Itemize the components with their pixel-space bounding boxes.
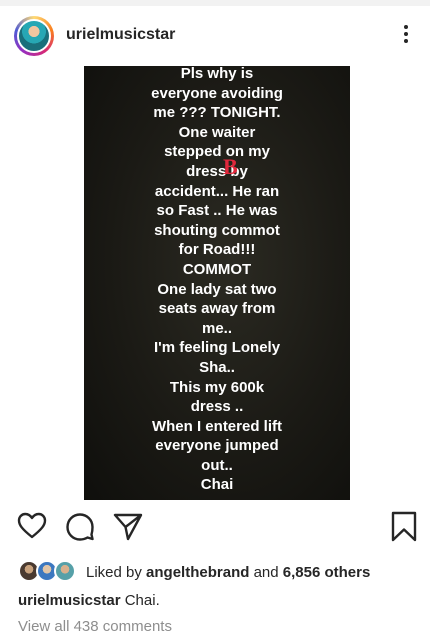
post-username[interactable]: urielmusicstar — [66, 26, 175, 44]
story-line: Chai — [200, 476, 234, 494]
likes-row: Liked by angelthebrand and 6,856 others — [0, 556, 430, 588]
bookmark-icon[interactable] — [388, 510, 420, 542]
story-line: for Road!!! — [178, 241, 256, 259]
story-line: out.. — [201, 456, 233, 474]
caption-text: Chai. — [120, 592, 160, 609]
story-line: dress by — [186, 162, 248, 180]
caption-username[interactable]: urielmusicstar — [18, 592, 121, 609]
avatar[interactable] — [14, 16, 54, 56]
story-line: When I entered lift — [151, 417, 282, 435]
story-line: stepped on my — [164, 143, 270, 161]
action-bar — [0, 510, 430, 546]
comment-icon[interactable] — [64, 510, 96, 542]
status-strip — [0, 0, 430, 6]
story-line: everyone avoiding — [151, 84, 283, 102]
story-line: everyone jumped — [155, 437, 279, 455]
story-line: Sha.. — [199, 358, 235, 376]
profile-avatar-image — [17, 19, 51, 53]
story-line: I'm feeling Lonely — [153, 339, 281, 357]
story-line: dress .. — [190, 398, 244, 416]
likes-connector: and — [249, 564, 283, 581]
story-line: accident... He ran — [154, 182, 280, 200]
story-line: shouting commot — [154, 221, 280, 239]
likes-summary[interactable]: Liked by angelthebrand and 6,856 others — [86, 564, 370, 581]
caption: urielmusicstar Chai. — [18, 592, 160, 609]
story-line: seats away from — [158, 300, 276, 318]
post-image[interactable]: Pls why is everyone avoiding me ??? TONIGH… — [84, 66, 350, 500]
likes-others[interactable]: 6,856 others — [283, 564, 371, 581]
story-line: One waiter — [178, 123, 256, 141]
more-vertical-icon[interactable] — [396, 22, 416, 50]
view-comments-link[interactable]: View all 438 comments — [18, 618, 172, 635]
liker-avatar — [54, 560, 76, 582]
send-icon[interactable] — [112, 510, 144, 542]
story-text: Pls why is everyone avoiding me ??? TONIGH… — [84, 66, 350, 495]
heart-icon[interactable] — [16, 510, 48, 542]
story-line: One lady sat two — [157, 280, 277, 298]
story-line: COMMOT — [182, 260, 252, 278]
liked-by-user[interactable]: angelthebrand — [146, 564, 249, 581]
story-line: so Fast .. He was — [156, 202, 278, 220]
story-line: me ??? TONIGHT. — [153, 104, 281, 122]
story-line: This my 600k — [169, 378, 265, 396]
watermark-logo: B — [223, 154, 238, 179]
story-line: me.. — [201, 319, 232, 337]
post-header: urielmusicstar — [0, 12, 430, 60]
likes-prefix: Liked by — [86, 564, 147, 581]
story-line: Pls why is — [180, 66, 254, 82]
